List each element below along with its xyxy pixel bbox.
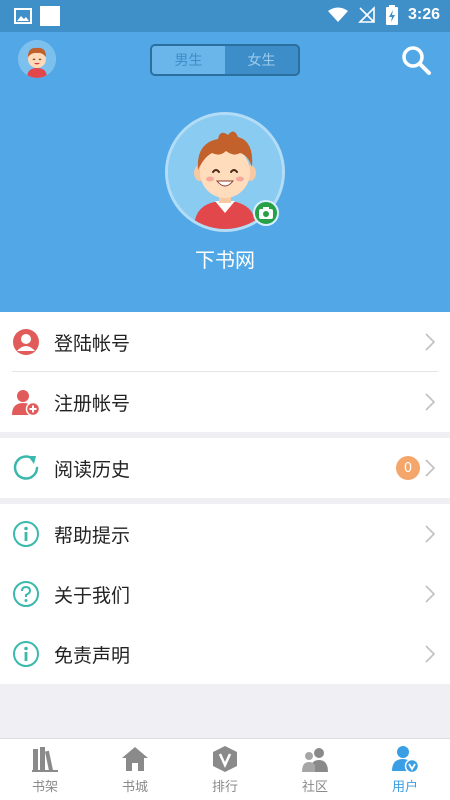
chevron-right-icon	[425, 459, 436, 477]
image-notification-icon	[14, 8, 32, 24]
nav-bookshelf[interactable]: 书架	[0, 739, 90, 800]
bookshelf-icon	[32, 747, 58, 772]
info-icon	[13, 521, 39, 547]
chevron-right-icon	[425, 333, 436, 351]
info-menu-group: 帮助提示 关于我们 免责声明	[0, 504, 450, 684]
menu-item-label: 登陆帐号	[54, 333, 131, 355]
menu-item-label: 关于我们	[54, 585, 131, 607]
ranking-icon	[213, 746, 237, 772]
menu-item-label: 注册帐号	[54, 393, 131, 415]
chevron-right-icon	[425, 645, 436, 663]
menu-item-label: 帮助提示	[54, 525, 131, 547]
boy-avatar-icon	[18, 40, 56, 78]
avatar[interactable]	[18, 40, 56, 78]
nav-label: 社区	[301, 780, 328, 795]
refresh-icon	[13, 455, 39, 480]
history-count-badge: 0	[396, 456, 420, 480]
question-icon	[13, 581, 39, 607]
status-bar: 3:26	[0, 0, 450, 32]
bottom-nav: 书架 书城 排行 社区 用户	[0, 738, 450, 800]
profile-header: 男生 女生 下书网	[0, 32, 450, 312]
nav-label: 书架	[31, 780, 58, 795]
chevron-right-icon	[425, 525, 436, 543]
chevron-right-icon	[425, 393, 436, 411]
nav-label: 书城	[121, 780, 148, 795]
chevron-right-icon	[425, 585, 436, 603]
info-icon	[13, 641, 39, 667]
menu-item-label: 阅读历史	[54, 459, 131, 481]
clock: 3:26	[407, 6, 440, 23]
tab-male[interactable]: 男生	[152, 46, 225, 74]
nav-label: 排行	[211, 780, 238, 795]
user-verified-icon	[392, 746, 419, 773]
gender-toggle: 男生 女生	[150, 44, 300, 76]
about-us-item[interactable]: 关于我们	[0, 564, 450, 624]
login-account-item[interactable]: 登陆帐号	[0, 312, 450, 372]
user-icon	[13, 329, 39, 355]
home-icon	[122, 747, 148, 771]
no-signal-icon	[358, 6, 375, 23]
tab-female[interactable]: 女生	[225, 46, 298, 74]
site-name: 下书网	[195, 248, 255, 272]
menu-item-label: 免责声明	[54, 645, 131, 667]
camera-icon[interactable]	[253, 200, 279, 226]
nav-bookstore[interactable]: 书城	[90, 739, 180, 800]
disclaimer-item[interactable]: 免责声明	[0, 624, 450, 684]
help-tips-item[interactable]: 帮助提示	[0, 504, 450, 564]
nav-label: 用户	[391, 780, 418, 795]
reading-history-item[interactable]: 阅读历史 0	[0, 438, 450, 498]
search-icon[interactable]	[400, 44, 432, 76]
nav-user[interactable]: 用户	[360, 739, 450, 800]
community-icon	[302, 748, 328, 772]
nav-community[interactable]: 社区	[270, 739, 360, 800]
add-user-icon	[12, 390, 40, 416]
register-account-item[interactable]: 注册帐号	[0, 372, 450, 432]
account-menu-group: 登陆帐号 注册帐号	[0, 312, 450, 432]
history-menu-group: 阅读历史 0	[0, 438, 450, 498]
app-notification-icon	[40, 6, 60, 26]
nav-ranking[interactable]: 排行	[180, 739, 270, 800]
wifi-icon	[327, 7, 348, 22]
battery-charging-icon	[385, 5, 398, 25]
